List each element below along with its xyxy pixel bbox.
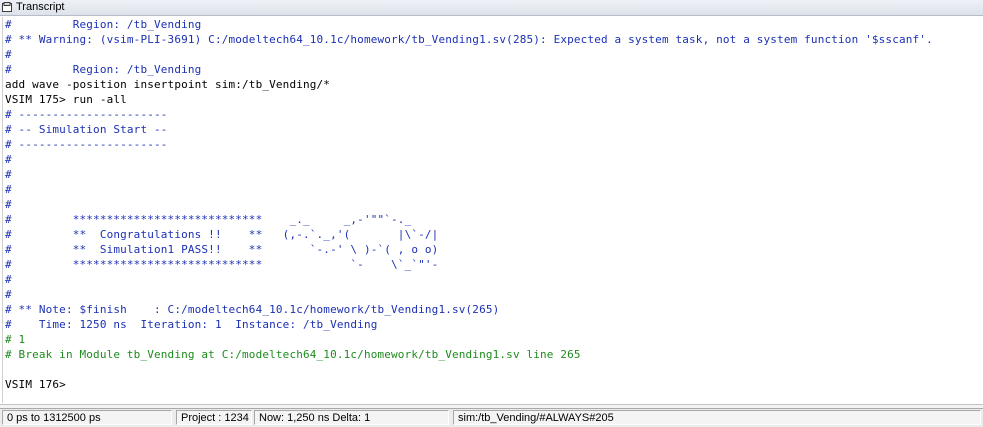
- transcript-line: #: [5, 273, 12, 286]
- window-title: Transcript: [16, 1, 65, 13]
- transcript-line: # Time: 1250 ns Iteration: 1 Instance: /…: [5, 318, 378, 331]
- transcript-tab-icon[interactable]: [2, 2, 12, 12]
- transcript-line: # ----------------------: [5, 108, 168, 121]
- transcript-line: # Region: /tb_Vending: [5, 18, 202, 31]
- transcript-line: #: [5, 288, 12, 301]
- transcript-line: # ** Warning: (vsim-PLI-3691) C:/modelte…: [5, 33, 933, 46]
- transcript-line: #: [5, 168, 12, 181]
- transcript-line: # -- Simulation Start --: [5, 123, 168, 136]
- transcript-line: # ----------------------: [5, 138, 168, 151]
- transcript-line: # **************************** `- \`_`"'…: [5, 258, 439, 271]
- status-now-delta: Now: 1,250 ns Delta: 1: [254, 410, 449, 425]
- transcript-line: VSIM 176>: [5, 378, 66, 391]
- transcript-line: VSIM 175> run -all: [5, 93, 127, 106]
- transcript-line: # ** Congratulations !! ** (,-.`._,'( |\…: [5, 228, 439, 241]
- status-bar: 0 ps to 1312500 ps Project : 1234 Now: 1…: [0, 408, 983, 427]
- transcript-output[interactable]: # Region: /tb_Vending # ** Warning: (vsim…: [2, 17, 982, 403]
- transcript-line: #: [5, 183, 12, 196]
- transcript-line: #: [5, 48, 12, 61]
- status-project: Project : 1234: [176, 410, 252, 425]
- status-context: sim:/tb_Vending/#ALWAYS#205: [453, 410, 981, 425]
- transcript-line: # Break in Module tb_Vending at C:/model…: [5, 348, 581, 361]
- transcript-line: #: [5, 153, 12, 166]
- transcript-line: add wave -position insertpoint sim:/tb_V…: [5, 78, 331, 91]
- transcript-line: #: [5, 198, 12, 211]
- transcript-line: # Region: /tb_Vending: [5, 63, 202, 76]
- transcript-line: # **************************** _._ _,-'"…: [5, 213, 412, 226]
- transcript-line: # 1: [5, 333, 26, 346]
- transcript-line: # ** Note: $finish : C:/modeltech64_10.1…: [5, 303, 500, 316]
- transcript-line: [3, 362, 982, 377]
- transcript-line: # ** Simulation1 PASS!! ** `-.-' \ )-`( …: [5, 243, 439, 256]
- transcript-titlebar: Transcript: [0, 0, 983, 16]
- status-time-range: 0 ps to 1312500 ps: [2, 410, 172, 425]
